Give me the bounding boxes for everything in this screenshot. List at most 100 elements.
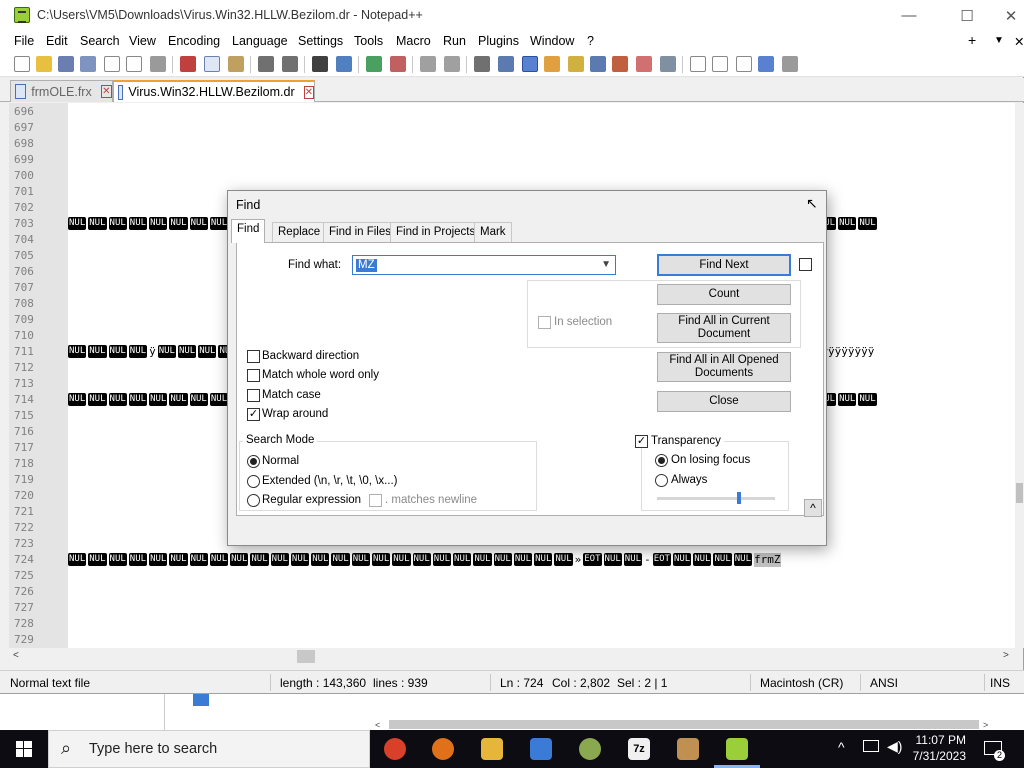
new-tab-icon[interactable]: + <box>968 32 976 48</box>
scroll-left-icon[interactable]: < <box>13 650 19 661</box>
transparency-losing-focus-radio[interactable] <box>655 454 668 467</box>
transparency-slider-thumb[interactable] <box>736 492 741 504</box>
monitoring-icon[interactable] <box>660 56 676 72</box>
indent-guide-icon[interactable] <box>522 56 538 72</box>
udl-icon[interactable] <box>544 56 560 72</box>
match-whole-word-checkbox[interactable] <box>247 369 260 382</box>
tab-mark[interactable]: Mark <box>474 222 512 242</box>
sync-horizontal-icon[interactable] <box>444 56 460 72</box>
scroll-right-icon[interactable]: > <box>1003 650 1009 661</box>
menu-tools[interactable]: Tools <box>354 34 383 48</box>
menu-view[interactable]: View <box>129 34 156 48</box>
find-icon[interactable] <box>312 56 328 72</box>
horizontal-scroll-thumb[interactable] <box>297 650 315 663</box>
count-button[interactable]: Count <box>657 284 791 305</box>
taskbar-search[interactable]: ⌕ Type here to search <box>48 730 370 768</box>
cut-icon[interactable] <box>180 56 196 72</box>
menu-help[interactable]: ? <box>587 34 594 48</box>
background-scroll-thumb[interactable] <box>389 720 979 729</box>
windows-start-icon[interactable] <box>16 741 32 757</box>
chevron-down-icon[interactable]: ▼ <box>601 259 611 270</box>
clock-date[interactable]: 7/31/2023 <box>913 749 966 763</box>
match-case-checkbox[interactable] <box>247 389 260 402</box>
menu-run[interactable]: Run <box>443 34 466 48</box>
horizontal-scrollbar[interactable]: < > <box>9 648 1015 665</box>
close-doc-icon[interactable]: ✕ <box>1014 34 1024 49</box>
tab-find-in-files[interactable]: Find in Files <box>323 222 397 242</box>
wrap-around-checkbox[interactable]: ✓ <box>247 408 260 421</box>
menu-plugins[interactable]: Plugins <box>478 34 519 48</box>
scroll-left-icon[interactable]: < <box>375 720 380 730</box>
search-mode-regex-label[interactable]: Regular expression <box>262 494 361 506</box>
transparency-label[interactable]: Transparency <box>648 435 724 447</box>
search-mode-extended-label[interactable]: Extended (\n, \r, \t, \0, \x...) <box>262 475 398 487</box>
notepadpp-taskbar-icon[interactable] <box>726 738 748 760</box>
copy-icon[interactable] <box>204 56 220 72</box>
firefox-icon[interactable] <box>432 738 454 760</box>
menu-edit[interactable]: Edit <box>46 34 68 48</box>
7zip-icon[interactable]: 7z <box>628 738 650 760</box>
backward-direction-label[interactable]: Backward direction <box>262 350 359 362</box>
find-next-button[interactable]: Find Next <box>657 254 791 276</box>
transparency-always-radio[interactable] <box>655 474 668 487</box>
undo-icon[interactable] <box>258 56 274 72</box>
tab-virus-win32[interactable]: Virus.Win32.HLLW.Bezilom.dr ✕ <box>113 80 315 102</box>
tab-replace[interactable]: Replace <box>272 222 327 242</box>
word-wrap-icon[interactable] <box>474 56 490 72</box>
zoom-out-icon[interactable] <box>390 56 406 72</box>
tab-close-icon[interactable]: ✕ <box>303 85 314 99</box>
transparency-checkbox[interactable]: ✓ <box>635 435 648 448</box>
paste-icon[interactable] <box>228 56 244 72</box>
scroll-right-icon[interactable]: > <box>983 720 988 730</box>
store-icon[interactable] <box>530 738 552 760</box>
search-mode-normal-label[interactable]: Normal <box>262 455 299 467</box>
find-what-input[interactable]: MZ ▼ <box>352 255 616 275</box>
sync-vertical-icon[interactable] <box>420 56 436 72</box>
search-mode-regex-radio[interactable] <box>247 494 260 507</box>
redo-icon[interactable] <box>282 56 298 72</box>
wrap-around-label[interactable]: Wrap around <box>262 408 328 420</box>
vertical-scrollbar[interactable] <box>1015 103 1024 648</box>
menu-search[interactable]: Search <box>80 34 120 48</box>
tab-find[interactable]: Find <box>231 219 266 243</box>
find-all-current-button[interactable]: Find All in Current Document <box>657 313 791 343</box>
chrome-icon[interactable] <box>384 738 406 760</box>
tab-frmole-frx[interactable]: frmOLE.frx ✕ <box>10 80 113 102</box>
minimize-button[interactable]: — <box>886 0 932 31</box>
show-all-chars-icon[interactable] <box>498 56 514 72</box>
doc-list-icon[interactable] <box>590 56 606 72</box>
play-macro-icon[interactable] <box>736 56 752 72</box>
file-explorer-icon[interactable] <box>481 738 503 760</box>
record-macro-icon[interactable] <box>690 56 706 72</box>
match-whole-word-label[interactable]: Match whole word only <box>262 369 379 381</box>
maximize-button[interactable]: ☐ <box>944 0 990 31</box>
tab-list-icon[interactable]: ▼ <box>994 35 1004 46</box>
backward-direction-checkbox[interactable] <box>247 350 260 363</box>
search-mode-extended-radio[interactable] <box>247 475 260 488</box>
transparency-losing-focus-label[interactable]: On losing focus <box>671 454 750 466</box>
close-button[interactable]: ✕ <box>988 0 1024 31</box>
print-icon[interactable] <box>150 56 166 72</box>
open-file-icon[interactable] <box>36 56 52 72</box>
collapse-button[interactable]: ^ <box>804 499 822 517</box>
archive-app-icon[interactable] <box>677 738 699 760</box>
volume-icon[interactable]: ◀) <box>887 738 902 755</box>
menu-settings[interactable]: Settings <box>298 34 343 48</box>
menu-file[interactable]: File <box>14 34 34 48</box>
clock-time[interactable]: 11:07 PM <box>916 733 966 747</box>
zoom-in-icon[interactable] <box>366 56 382 72</box>
close-all-icon[interactable] <box>126 56 142 72</box>
transparency-always-label[interactable]: Always <box>671 474 707 486</box>
folder-workspace-icon[interactable] <box>636 56 652 72</box>
title-bar[interactable]: C:\Users\VM5\Downloads\Virus.Win32.HLLW.… <box>0 0 1024 31</box>
find-all-opened-button[interactable]: Find All in All Opened Documents <box>657 352 791 382</box>
replace-icon[interactable] <box>336 56 352 72</box>
search-mode-normal-radio[interactable] <box>247 455 260 468</box>
find-next-checkbox[interactable] <box>799 258 812 271</box>
save-icon[interactable] <box>58 56 74 72</box>
network-icon[interactable] <box>863 740 879 752</box>
chevron-up-icon[interactable]: ^ <box>838 739 845 755</box>
stop-macro-icon[interactable] <box>712 56 728 72</box>
run-macro-multiple-icon[interactable] <box>758 56 774 72</box>
menu-encoding[interactable]: Encoding <box>168 34 220 48</box>
